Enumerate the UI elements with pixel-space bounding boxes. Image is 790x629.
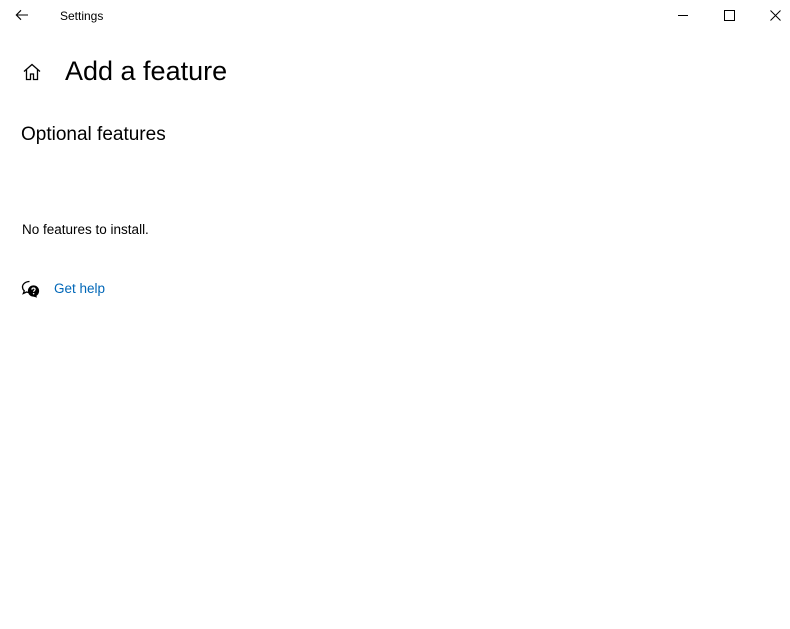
- title-bar: Settings: [0, 0, 790, 32]
- minimize-button[interactable]: [660, 0, 706, 30]
- arrow-left-icon: [15, 9, 28, 21]
- empty-state-message: No features to install.: [22, 222, 149, 237]
- chat-question-icon: [20, 279, 40, 299]
- page-title: Add a feature: [65, 56, 228, 86]
- home-icon: [23, 63, 41, 81]
- maximize-icon: [723, 9, 735, 21]
- maximize-button[interactable]: [706, 0, 752, 30]
- section-title: Optional features: [21, 124, 166, 145]
- app-title: Settings: [60, 9, 104, 23]
- close-button[interactable]: [752, 0, 790, 30]
- minimize-icon: [677, 14, 688, 16]
- close-icon: [769, 9, 781, 21]
- back-button[interactable]: [6, 0, 38, 30]
- home-button[interactable]: [18, 58, 46, 86]
- get-help-link[interactable]: Get help: [54, 281, 105, 297]
- get-help-row[interactable]: Get help: [20, 278, 105, 300]
